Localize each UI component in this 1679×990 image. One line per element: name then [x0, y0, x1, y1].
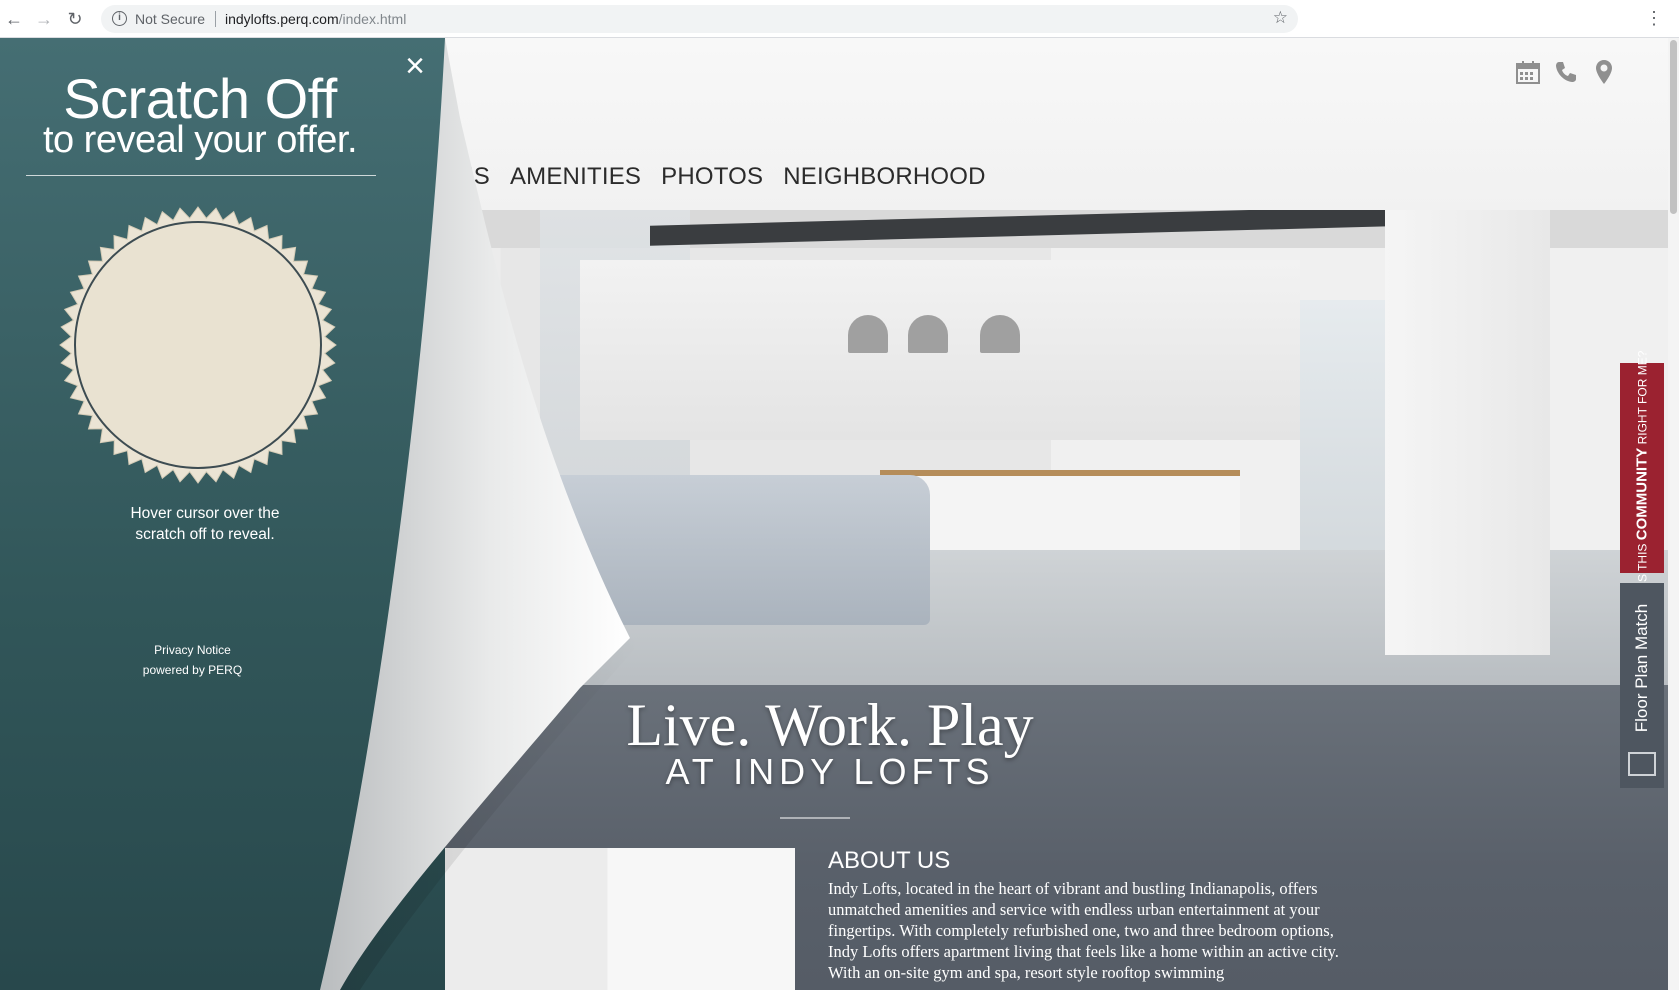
- close-icon[interactable]: ×: [401, 49, 429, 83]
- info-icon[interactable]: i: [112, 11, 127, 26]
- nav-photos[interactable]: PHOTOS: [661, 163, 763, 191]
- instruction-line-1: Hover cursor over the: [130, 505, 280, 522]
- community-pre: IS THIS: [1635, 540, 1650, 586]
- hero-column: [1385, 210, 1550, 655]
- phone-icon[interactable]: [1552, 58, 1580, 86]
- reload-icon[interactable]: ↻: [65, 9, 85, 29]
- url-host: indylofts.perq.com: [225, 11, 339, 27]
- browser-menu-icon[interactable]: ⋮: [1645, 9, 1663, 27]
- page-scrollbar[interactable]: [1668, 38, 1679, 990]
- floor-plan-icon: [1628, 752, 1656, 776]
- url-path: /index.html: [338, 11, 407, 27]
- scratch-seal[interactable]: [58, 205, 338, 485]
- nav-amenities[interactable]: AMENITIES: [510, 163, 641, 191]
- sofa: [520, 475, 930, 625]
- community-quiz-tab[interactable]: IS THIS COMMUNITY RIGHT FOR ME?: [1620, 351, 1664, 585]
- powered-by-perq: powered by PERQ: [142, 663, 243, 677]
- tagline-divider: [780, 817, 850, 819]
- scrollbar-thumb[interactable]: [1670, 40, 1677, 214]
- community-bold: COMMUNITY: [1633, 447, 1651, 541]
- about-photo: [420, 848, 795, 990]
- tagline: Live. Work. Play AT INDY LOFTS: [610, 685, 1050, 792]
- security-status: Not Secure: [135, 11, 206, 27]
- hero-beam: [650, 210, 1390, 246]
- pendant-lamp: [908, 315, 948, 353]
- privacy-notice-link[interactable]: Privacy Notice: [100, 640, 285, 660]
- bookmark-star-icon[interactable]: ☆: [1273, 8, 1288, 28]
- nav-floor-plans[interactable]: ANS: [440, 163, 490, 191]
- nav-neighborhood[interactable]: NEIGHBORHOOD: [783, 163, 985, 191]
- scratch-subtitle: to reveal your offer.: [42, 119, 358, 161]
- tagline-sub: AT INDY LOFTS: [665, 751, 995, 792]
- about-text: Indy Lofts, located in the heart of vibr…: [828, 879, 1339, 982]
- header-icons: [1514, 58, 1618, 86]
- scratch-off-panel: × Scratch Off to reveal your offer. Hove…: [0, 38, 445, 990]
- community-quiz-label: IS THIS COMMUNITY RIGHT FOR ME?: [1634, 351, 1651, 586]
- back-arrow-icon[interactable]: ←: [4, 9, 24, 29]
- floor-plan-match-tab[interactable]: Floor Plan Match: [1620, 583, 1664, 788]
- scratch-divider: [26, 175, 376, 176]
- floor-plan-match-label: Floor Plan Match: [1632, 603, 1651, 732]
- location-pin-icon[interactable]: [1590, 58, 1618, 86]
- pendant-lamp: [848, 315, 888, 353]
- privacy-block: Privacy Notice powered by PERQ: [100, 640, 285, 680]
- kitchen-counter: [880, 470, 1240, 550]
- url-text[interactable]: indylofts.perq.com/index.html: [225, 11, 406, 27]
- main-navigation: ANS AMENITIES PHOTOS NEIGHBORHOOD: [440, 163, 986, 191]
- omnibox-divider: [215, 11, 216, 27]
- pendant-lamp: [980, 315, 1020, 353]
- address-bar[interactable]: i Not Secure indylofts.perq.com/index.ht…: [101, 5, 1298, 33]
- browser-toolbar: ← → ↻ i Not Secure indylofts.perq.com/in…: [0, 0, 1679, 38]
- forward-arrow-icon[interactable]: →: [34, 9, 54, 29]
- scratch-instructions: Hover cursor over the scratch off to rev…: [60, 503, 350, 545]
- about-title: ABOUT US: [828, 847, 951, 874]
- web-page: ANS AMENITIES PHOTOS NEIGHBORHOOD Live. …: [0, 38, 1679, 990]
- instruction-line-2: scratch off to reveal.: [135, 526, 275, 543]
- calendar-icon[interactable]: [1514, 58, 1542, 86]
- community-post: RIGHT FOR ME?: [1635, 350, 1650, 448]
